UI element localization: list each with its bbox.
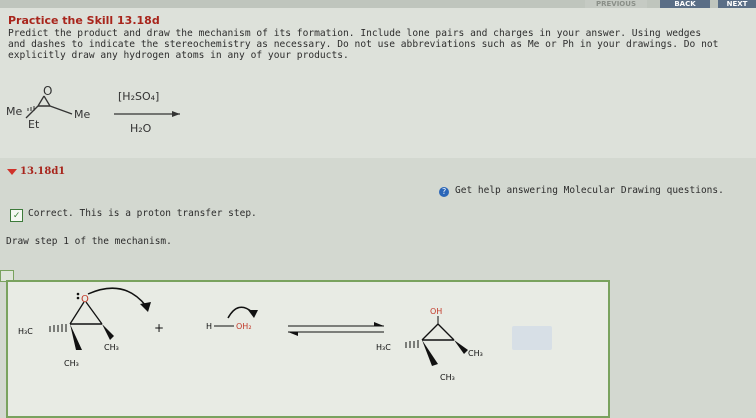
product-methyl-bottom: CH₃ — [440, 373, 455, 382]
reactant-ethyl: Et — [28, 118, 40, 131]
help-text: Get help answering Molecular Drawing que… — [455, 185, 724, 196]
epoxide-methyl-right: CH₃ — [104, 343, 119, 352]
reaction-arrowhead — [172, 111, 180, 117]
problem-instructions: Predict the product and draw the mechani… — [8, 28, 738, 61]
epoxide-methyl-left: H₃C — [18, 327, 33, 336]
curved-arrow — [87, 287, 147, 307]
mechanism-epoxide: O H₃C CH₃ CH₃ — [18, 287, 151, 368]
product-hydroxyl: OH — [430, 307, 442, 316]
part-label[interactable]: 13.18d1 — [20, 166, 65, 177]
acid-oxygen: OH₂ — [236, 322, 252, 331]
next-button[interactable]: NEXT — [718, 0, 756, 8]
reagent-water: H₂O — [130, 122, 152, 135]
epoxide-methyl-bottom: CH₃ — [64, 359, 79, 368]
instructions-line: Predict the product and draw the mechani… — [8, 28, 702, 39]
problem-title: Practice the Skill 13.18d — [8, 14, 160, 27]
help-link[interactable]: ? Get help answering Molecular Drawing qu… — [439, 185, 724, 197]
equilibrium-arrows — [288, 322, 384, 336]
product-methyl-left: H₃C — [376, 343, 391, 352]
reactant-methyl-right: Me — [74, 108, 90, 121]
back-button[interactable]: BACK — [660, 0, 710, 8]
feedback-text: Correct. This is a proton transfer step. — [28, 208, 257, 219]
question-icon: ? — [439, 187, 449, 197]
collapse-arrow-icon[interactable] — [7, 169, 17, 175]
plus-sign: + — [154, 321, 164, 335]
check-icon: ✓ — [10, 209, 23, 222]
mechanism-acid: H OH₂ — [206, 306, 258, 331]
reaction-scheme: O Me Me Et [H₂SO₄] H₂O — [6, 84, 180, 135]
epoxide-oxygen-label: O — [43, 84, 52, 98]
curved-arrow-2 — [227, 306, 253, 319]
epoxide-oxygen: O — [81, 294, 89, 305]
reagent-acid: [H₂SO₄] — [118, 90, 159, 103]
reactant-epoxide: O Me Me Et — [6, 84, 90, 131]
instructions-line: and dashes to indicate the stereochemist… — [8, 39, 719, 50]
previous-button[interactable]: PREVIOUS — [585, 0, 647, 8]
product-methyl-right: CH₃ — [468, 349, 483, 358]
mechanism-product: OH H₃C CH₃ CH₃ — [376, 307, 483, 382]
feedback-correct: ✓ Correct. This is a proton transfer step… — [10, 208, 257, 222]
mechanism-drawing: O H₃C CH₃ CH₃ + H OH₂ OH H₃C CH₃ CH₃ — [18, 287, 483, 382]
reactant-methyl-left: Me — [6, 105, 22, 118]
acid-hydrogen: H — [206, 322, 212, 331]
step-instruction: Draw step 1 of the mechanism. — [6, 236, 172, 247]
instructions-line: explicitly draw any hydrogen atoms in an… — [8, 50, 349, 61]
